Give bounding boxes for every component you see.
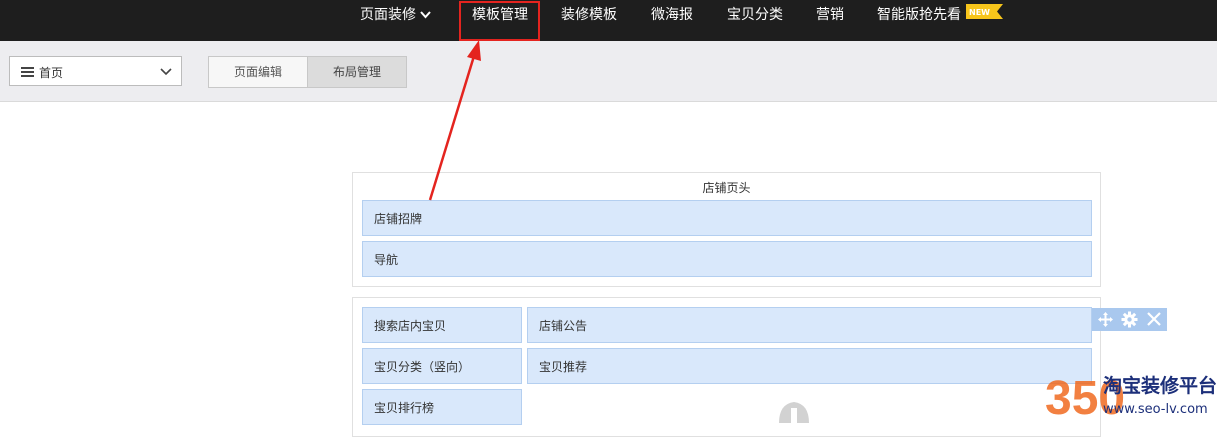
faint-logo-icon	[779, 402, 809, 423]
watermark-logo: 350 淘宝装修平台 www.seo-lv.com	[1043, 368, 1217, 425]
annotation-arrow	[428, 40, 481, 201]
watermark-name: 淘宝装修平台	[1103, 374, 1217, 397]
watermark-url: www.seo-lv.com	[1103, 402, 1208, 417]
